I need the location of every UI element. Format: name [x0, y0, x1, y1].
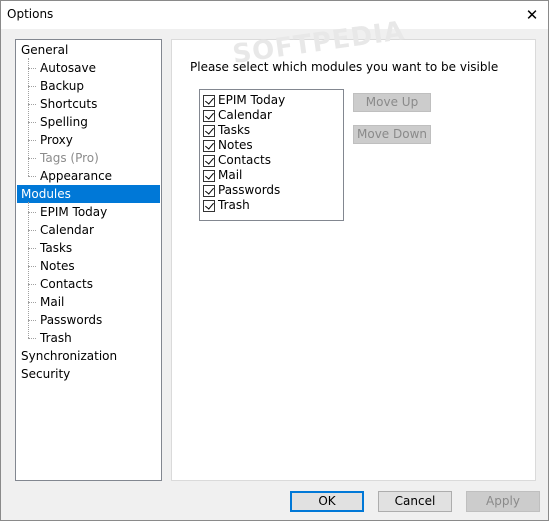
- tree-connector: [28, 68, 36, 69]
- tree-connector: [28, 266, 36, 267]
- tree-item-label: Appearance: [40, 169, 113, 183]
- tree-item-label: Mail: [40, 295, 65, 309]
- module-row-contacts[interactable]: Contacts: [203, 153, 271, 168]
- tree-item-shortcuts[interactable]: Shortcuts: [39, 95, 98, 113]
- checkbox-checked-icon[interactable]: [203, 199, 215, 212]
- tree-item-calendar[interactable]: Calendar: [39, 221, 95, 239]
- tree-item-epim-today[interactable]: EPIM Today: [39, 203, 108, 221]
- tree-connector: [28, 158, 36, 159]
- module-label: Calendar: [218, 108, 272, 122]
- tree-item-trash[interactable]: Trash: [39, 329, 73, 347]
- module-label: Trash: [218, 198, 250, 212]
- tree-connector: [28, 122, 36, 123]
- tree-item-security[interactable]: Security: [20, 365, 71, 383]
- module-row-mail[interactable]: Mail: [203, 168, 242, 183]
- apply-button[interactable]: Apply: [466, 491, 540, 512]
- tree-connector: [28, 320, 36, 321]
- tree-item-proxy[interactable]: Proxy: [39, 131, 74, 149]
- tree-connector: [28, 140, 36, 141]
- tree-connector: [28, 176, 36, 177]
- module-label: Notes: [218, 138, 253, 152]
- checkbox-checked-icon[interactable]: [203, 154, 215, 167]
- options-tree[interactable]: General Autosave Backup Shortcuts Spelling Pr…: [15, 39, 162, 481]
- instruction-text: Please select which modules you want to …: [190, 60, 499, 74]
- module-row-passwords[interactable]: Passwords: [203, 183, 280, 198]
- module-label: Tasks: [218, 123, 251, 137]
- tree-item-modules[interactable]: Modules: [17, 185, 160, 203]
- tree-item-label: Autosave: [40, 61, 96, 75]
- options-dialog: Options ✕ General Autosave Backup Shortcuts…: [0, 0, 549, 521]
- tree-item-appearance[interactable]: Appearance: [39, 167, 113, 185]
- checkbox-checked-icon[interactable]: [203, 109, 215, 122]
- cancel-button[interactable]: Cancel: [378, 491, 452, 512]
- modules-panel: SOFTPEDIA Please select which modules yo…: [171, 16, 536, 481]
- checkbox-checked-icon[interactable]: [203, 184, 215, 197]
- tree-connector: [28, 86, 36, 87]
- close-icon: ✕: [525, 6, 539, 24]
- tree-item-mail[interactable]: Mail: [39, 293, 65, 311]
- tree-item-label: General: [21, 43, 69, 57]
- tree-item-label: Modules: [21, 187, 71, 201]
- tree-item-label: Calendar: [40, 223, 94, 237]
- tree-item-label: Synchronization: [21, 349, 118, 363]
- module-row-tasks[interactable]: Tasks: [203, 123, 250, 138]
- tree-item-label: Tasks: [40, 241, 73, 255]
- ok-button[interactable]: OK: [290, 491, 364, 512]
- tree-connector: [28, 212, 36, 213]
- tree-item-tasks[interactable]: Tasks: [39, 239, 73, 257]
- tree-item-notes[interactable]: Notes: [39, 257, 76, 275]
- tree-item-label: Security: [21, 367, 71, 381]
- tree-item-label: Passwords: [40, 313, 103, 327]
- tree-item-label: Backup: [40, 79, 84, 93]
- tree-item-backup[interactable]: Backup: [39, 77, 85, 95]
- tree-item-spelling[interactable]: Spelling: [39, 113, 89, 131]
- window-title: Options: [7, 7, 54, 21]
- tree-connector: [28, 230, 36, 231]
- title-bar: Options ✕: [1, 1, 548, 29]
- module-row-calendar[interactable]: Calendar: [203, 108, 272, 123]
- module-label: Contacts: [218, 153, 271, 167]
- tree-item-label: Trash: [40, 331, 72, 345]
- tree-item-label: Proxy: [40, 133, 73, 147]
- tree-item-label: Shortcuts: [40, 97, 98, 111]
- close-button[interactable]: ✕: [516, 1, 548, 29]
- tree-item-label: Contacts: [40, 277, 93, 291]
- tree-item-tags-pro[interactable]: Tags (Pro): [39, 149, 100, 167]
- tree-item-contacts[interactable]: Contacts: [39, 275, 94, 293]
- checkbox-checked-icon[interactable]: [203, 94, 215, 107]
- tree-item-label: EPIM Today: [40, 205, 108, 219]
- tree-item-label: Tags (Pro): [40, 151, 99, 165]
- checkbox-checked-icon[interactable]: [203, 124, 215, 137]
- move-down-button[interactable]: Move Down: [353, 125, 431, 144]
- move-up-button[interactable]: Move Up: [353, 93, 431, 112]
- module-checklist[interactable]: EPIM Today Calendar Tasks Notes Contacts Mail…: [199, 89, 344, 221]
- tree-connector: [28, 302, 36, 303]
- tree-item-general[interactable]: General: [20, 41, 69, 59]
- module-row-epim-today[interactable]: EPIM Today: [203, 93, 285, 108]
- tree-connector: [28, 58, 29, 176]
- module-label: Mail: [218, 168, 243, 182]
- tree-connector: [28, 338, 36, 339]
- checkbox-checked-icon[interactable]: [203, 169, 215, 182]
- tree-connector: [28, 284, 36, 285]
- module-row-trash[interactable]: Trash: [203, 198, 250, 213]
- tree-item-label: Spelling: [40, 115, 88, 129]
- module-row-notes[interactable]: Notes: [203, 138, 253, 153]
- module-label: Passwords: [218, 183, 281, 197]
- tree-item-autosave[interactable]: Autosave: [39, 59, 97, 77]
- tree-connector: [28, 202, 29, 338]
- tree-item-synchronization[interactable]: Synchronization: [20, 347, 118, 365]
- checkbox-checked-icon[interactable]: [203, 139, 215, 152]
- tree-connector: [28, 104, 36, 105]
- tree-item-label: Notes: [40, 259, 75, 273]
- tree-item-passwords[interactable]: Passwords: [39, 311, 103, 329]
- tree-connector: [28, 248, 36, 249]
- module-label: EPIM Today: [218, 93, 286, 107]
